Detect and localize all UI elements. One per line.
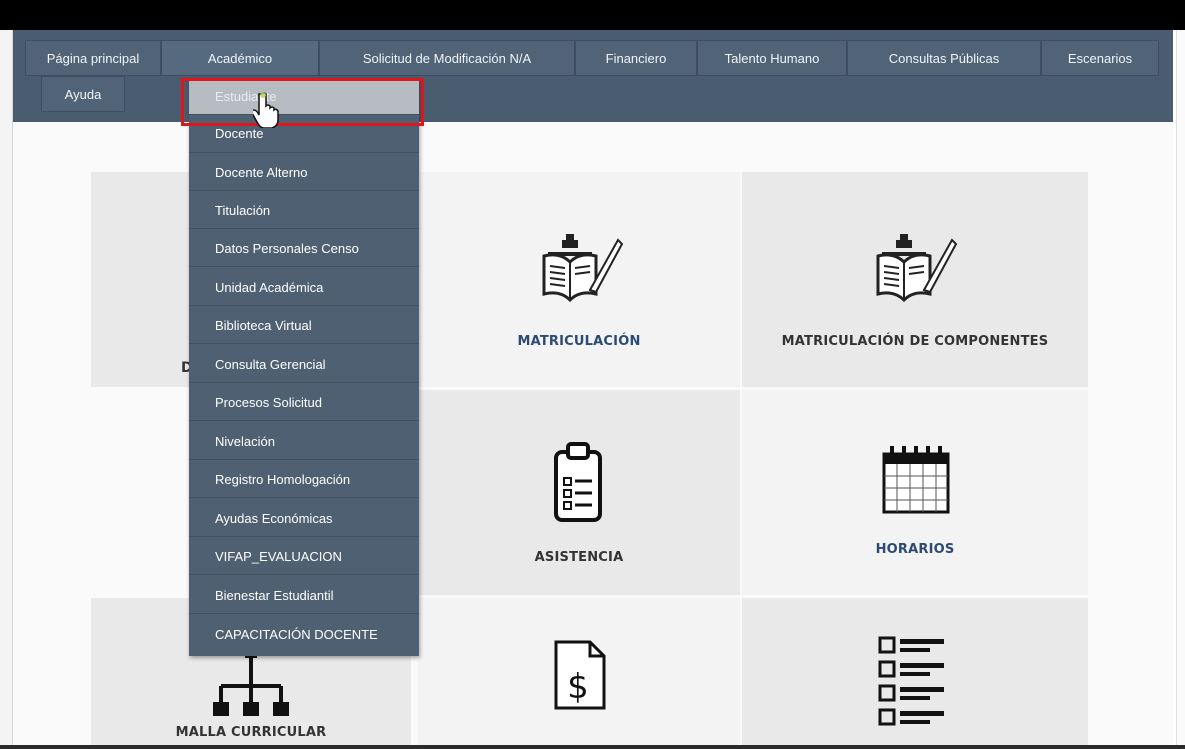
tile-asistencia-label: ASISTENCIA <box>534 550 624 565</box>
window-left-edge <box>0 30 13 749</box>
nav-ayuda[interactable]: Ayuda <box>41 76 125 112</box>
nav-solicitud-modificacion[interactable]: Solicitud de Modificación N/A <box>319 40 575 76</box>
highlight-annotation-box <box>181 78 424 126</box>
clipboard-checklist-icon <box>554 442 602 522</box>
tile-matriculacion-label: MATRICULACIÓN <box>517 334 641 349</box>
top-black-bar <box>0 0 1185 30</box>
menu-item-unidad-academica[interactable]: Unidad Académica <box>189 269 419 306</box>
menu-item-titulacion[interactable]: Titulación <box>189 192 419 229</box>
menu-item-datos-personales-censo[interactable]: Datos Personales Censo <box>189 230 419 267</box>
menu-item-procesos-solicitud[interactable]: Procesos Solicitud <box>189 384 419 421</box>
tile-matriculacion-componentes-label: MATRICULACIÓN DE COMPONENTES <box>781 334 1049 349</box>
tile-horarios-label: HORARIOS <box>875 542 955 557</box>
tile-listado[interactable] <box>742 598 1088 745</box>
menu-item-biblioteca-virtual[interactable]: Biblioteca Virtual <box>189 307 419 344</box>
nav-escenarios[interactable]: Escenarios <box>1041 40 1159 76</box>
menu-item-consulta-gerencial[interactable]: Consulta Gerencial <box>189 346 419 383</box>
tile-matriculacion-componentes[interactable]: MATRICULACIÓN DE COMPONENTES <box>742 172 1088 387</box>
window-right-edge <box>1176 30 1185 749</box>
nav-academico[interactable]: Académico <box>161 40 319 76</box>
calendar-icon <box>882 446 950 514</box>
tile-pagos[interactable]: $ <box>418 598 740 745</box>
menu-item-nivelacion[interactable]: Nivelación <box>189 423 419 460</box>
tile-horarios[interactable]: HORARIOS <box>742 390 1088 595</box>
menu-item-registro-homologacion[interactable]: Registro Homologación <box>189 461 419 498</box>
menu-item-capacitacion-docente[interactable]: CAPACITACIÓN DOCENTE <box>189 616 419 653</box>
tile-malla-curricular-label: MALLA CURRICULAR <box>175 725 327 740</box>
menu-item-docente-alterno[interactable]: Docente Alterno <box>189 154 419 191</box>
book-pen-icon <box>876 234 958 303</box>
nav-financiero[interactable]: Financiero <box>575 40 697 76</box>
academico-dropdown-menu: Estudiante Docente Docente Alterno Titul… <box>189 78 419 656</box>
tile-asistencia[interactable]: ASISTENCIA <box>418 390 740 595</box>
menu-item-vifap-evaluacion[interactable]: VIFAP_EVALUACION <box>189 538 419 575</box>
svg-text:$: $ <box>567 667 589 707</box>
hand-cursor-icon <box>253 92 279 128</box>
book-pen-icon <box>542 234 624 303</box>
menu-item-ayudas-economicas[interactable]: Ayudas Económicas <box>189 500 419 537</box>
nav-talento-humano[interactable]: Talento Humano <box>697 40 847 76</box>
dollar-document-icon: $ <box>554 640 606 710</box>
nav-pagina-principal[interactable]: Página principal <box>25 40 161 76</box>
window-bottom-edge <box>0 745 1185 749</box>
tile-matriculacion[interactable]: MATRICULACIÓN <box>418 172 740 387</box>
nav-consultas-publicas[interactable]: Consultas Públicas <box>847 40 1041 76</box>
checklist-icon <box>878 636 944 726</box>
menu-item-bienestar-estudiantil[interactable]: Bienestar Estudiantil <box>189 577 419 614</box>
